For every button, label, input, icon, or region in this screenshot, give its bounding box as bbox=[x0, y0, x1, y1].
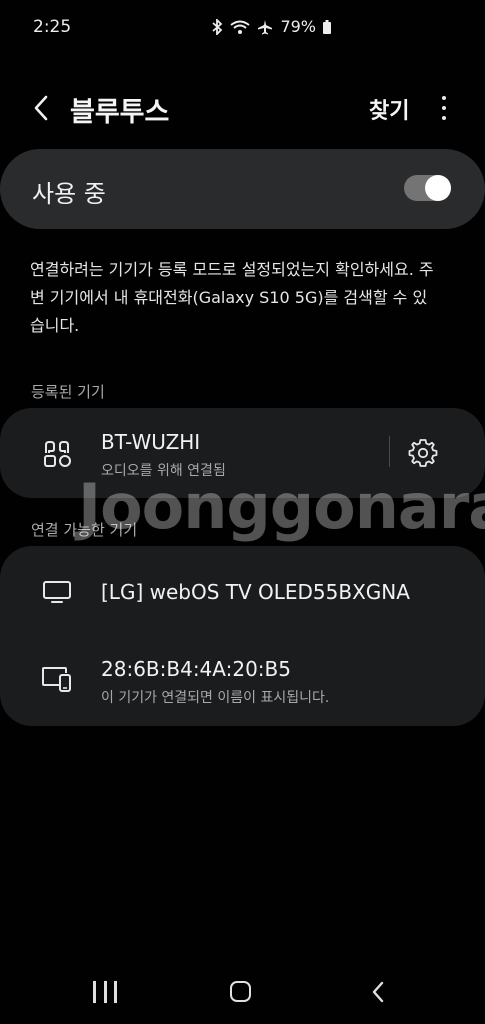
back-button[interactable] bbox=[25, 90, 57, 126]
divider bbox=[389, 436, 390, 467]
earbuds-icon bbox=[40, 437, 74, 471]
page-title: 블루투스 bbox=[70, 97, 170, 128]
phone-tablet-icon bbox=[40, 662, 74, 696]
more-options-button[interactable] bbox=[433, 92, 455, 124]
battery-icon bbox=[323, 19, 331, 34]
search-button[interactable]: 찾기 bbox=[369, 93, 409, 125]
watermark: Joonggonara bbox=[78, 470, 485, 543]
chevron-left-icon bbox=[34, 95, 48, 121]
device-settings-button[interactable] bbox=[405, 435, 441, 471]
more-dot-icon bbox=[442, 106, 446, 110]
recent-apps-button[interactable] bbox=[93, 981, 117, 1003]
home-button[interactable] bbox=[230, 981, 251, 1002]
recents-bar-icon bbox=[93, 981, 96, 1003]
registered-device-name: BT-WUZHI bbox=[101, 430, 201, 454]
available-device-name: 28:6B:B4:4A:20:B5 bbox=[101, 657, 291, 681]
battery-percent: 79% bbox=[280, 17, 316, 36]
status-time: 2:25 bbox=[33, 17, 72, 37]
recents-bar-icon bbox=[114, 981, 117, 1003]
bluetooth-icon bbox=[212, 18, 223, 35]
recents-bar-icon bbox=[103, 981, 107, 1003]
available-device-name: [LG] webOS TV OLED55BXGNA bbox=[101, 580, 410, 604]
airplane-icon bbox=[258, 19, 273, 34]
tv-icon bbox=[40, 575, 74, 609]
help-description: 연결하려는 기기가 등록 모드로 설정되었는지 확인하세요. 주변 기기에서 내… bbox=[30, 260, 434, 335]
status-icons: 79% bbox=[211, 17, 331, 36]
more-dot-icon bbox=[442, 96, 446, 100]
available-device-status: 이 기기가 연결되면 이름이 표시됩니다. bbox=[101, 690, 330, 706]
chevron-left-icon bbox=[372, 981, 384, 1003]
gear-icon bbox=[408, 439, 438, 467]
registered-devices-header: 등록된 기기 bbox=[31, 383, 105, 401]
toggle-knob bbox=[425, 175, 451, 201]
nav-back-button[interactable] bbox=[368, 979, 388, 1005]
master-switch-label: 사용 중 bbox=[32, 180, 106, 208]
more-dot-icon bbox=[442, 116, 446, 120]
wifi-icon bbox=[230, 20, 251, 34]
